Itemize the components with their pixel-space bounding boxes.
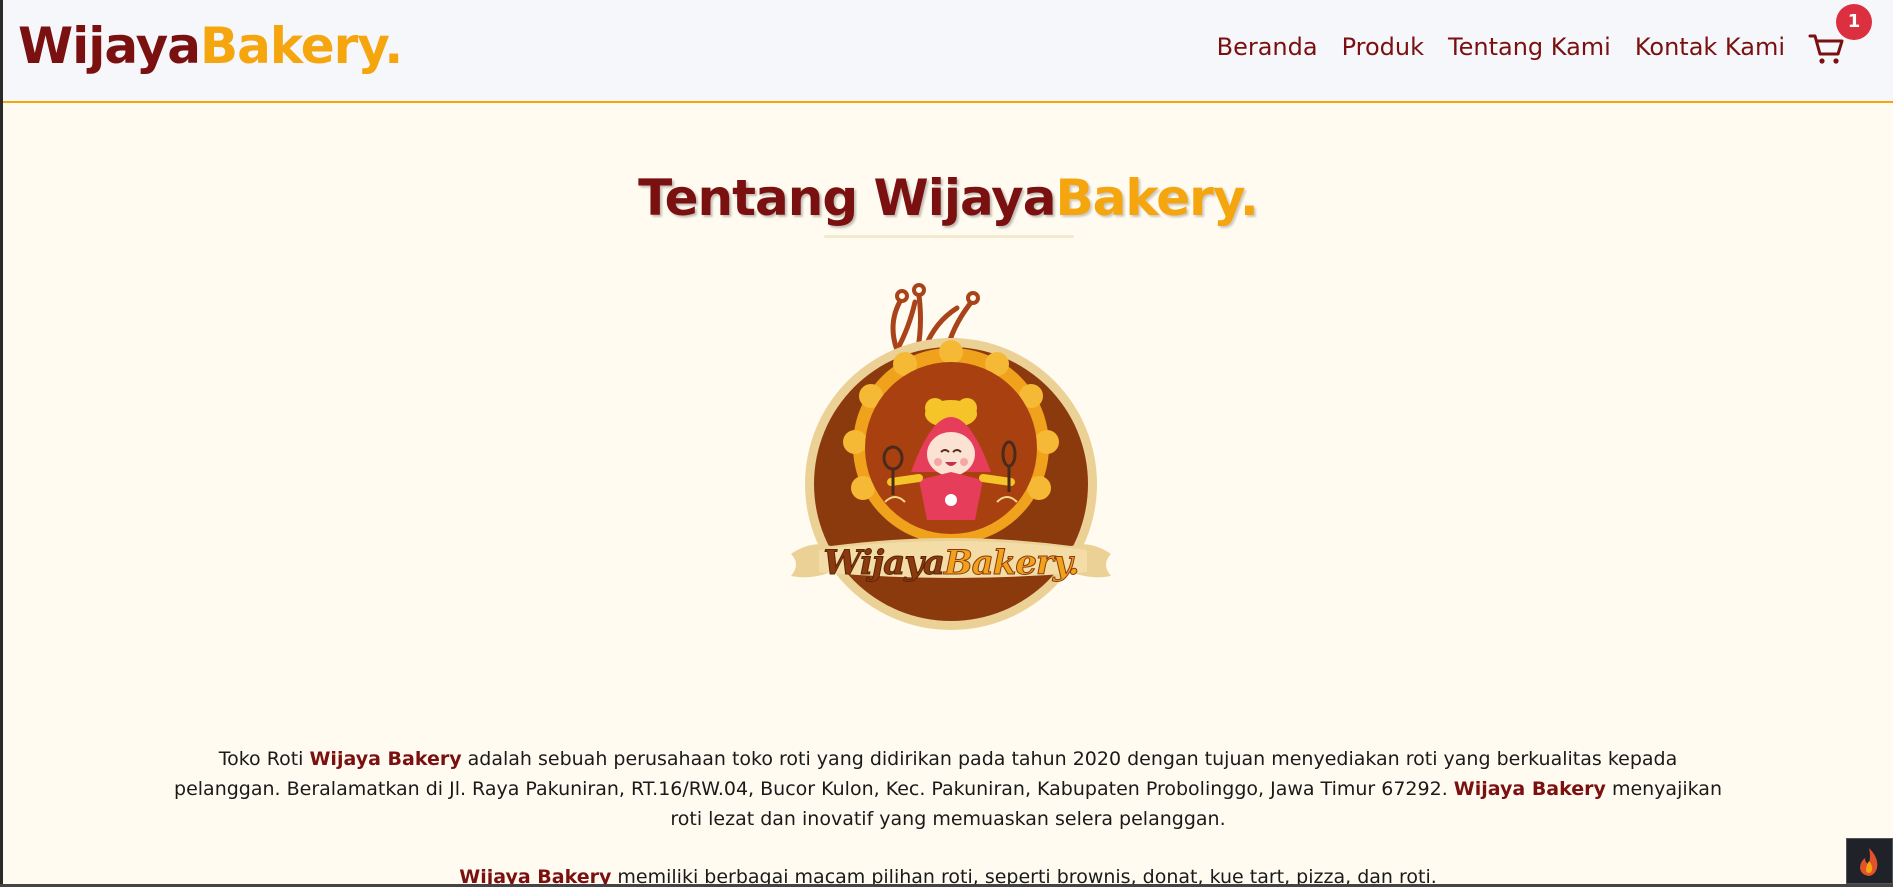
cart-count-badge: 1 (1836, 4, 1872, 40)
main-nav: Beranda Produk Tentang Kami Kontak Kami (1217, 30, 1785, 64)
cart-button[interactable] (1808, 32, 1844, 66)
fire-icon (1860, 848, 1878, 876)
brand-name-part2: Bakery. (199, 17, 403, 75)
brand-logo-link[interactable]: WijayaBakery. (18, 16, 403, 76)
brand-name-part1: Wijaya (18, 17, 201, 75)
title-underline (824, 235, 1074, 238)
bakery-logo-image: WijayaBakery. (785, 282, 1125, 638)
page-title-part2: Bakery. (1055, 169, 1259, 227)
nav-link-tentang-kami[interactable]: Tentang Kami (1448, 30, 1611, 64)
page-title-part1: Tentang Wijaya (638, 169, 1056, 227)
nav-link-kontak-kami[interactable]: Kontak Kami (1635, 30, 1785, 64)
about-section: Toko Roti Wijaya Bakery adalah sebuah pe… (173, 744, 1723, 884)
browser-viewport: WijayaBakery. Beranda Produk Tentang Kam… (3, 0, 1893, 884)
fire-button[interactable] (1846, 838, 1893, 884)
cart-icon (1808, 34, 1844, 64)
about-paragraph-2: Wijaya Bakery memiliki berbagai macam pi… (459, 866, 1437, 884)
page-title: Tentang WijayaBakery. (3, 164, 1893, 232)
navbar: WijayaBakery. Beranda Produk Tentang Kam… (3, 0, 1893, 103)
nav-link-produk[interactable]: Produk (1342, 30, 1424, 64)
bakery-logo-svg: WijayaBakery. (791, 283, 1111, 630)
about-paragraph-1: Toko Roti Wijaya Bakery adalah sebuah pe… (174, 748, 1722, 830)
nav-link-beranda[interactable]: Beranda (1217, 30, 1318, 64)
logo-text-part2: Bakery. (943, 543, 1079, 583)
svg-text:WijayaBakery.: WijayaBakery. (823, 543, 1078, 583)
logo-text-part1: Wijaya (823, 543, 944, 583)
